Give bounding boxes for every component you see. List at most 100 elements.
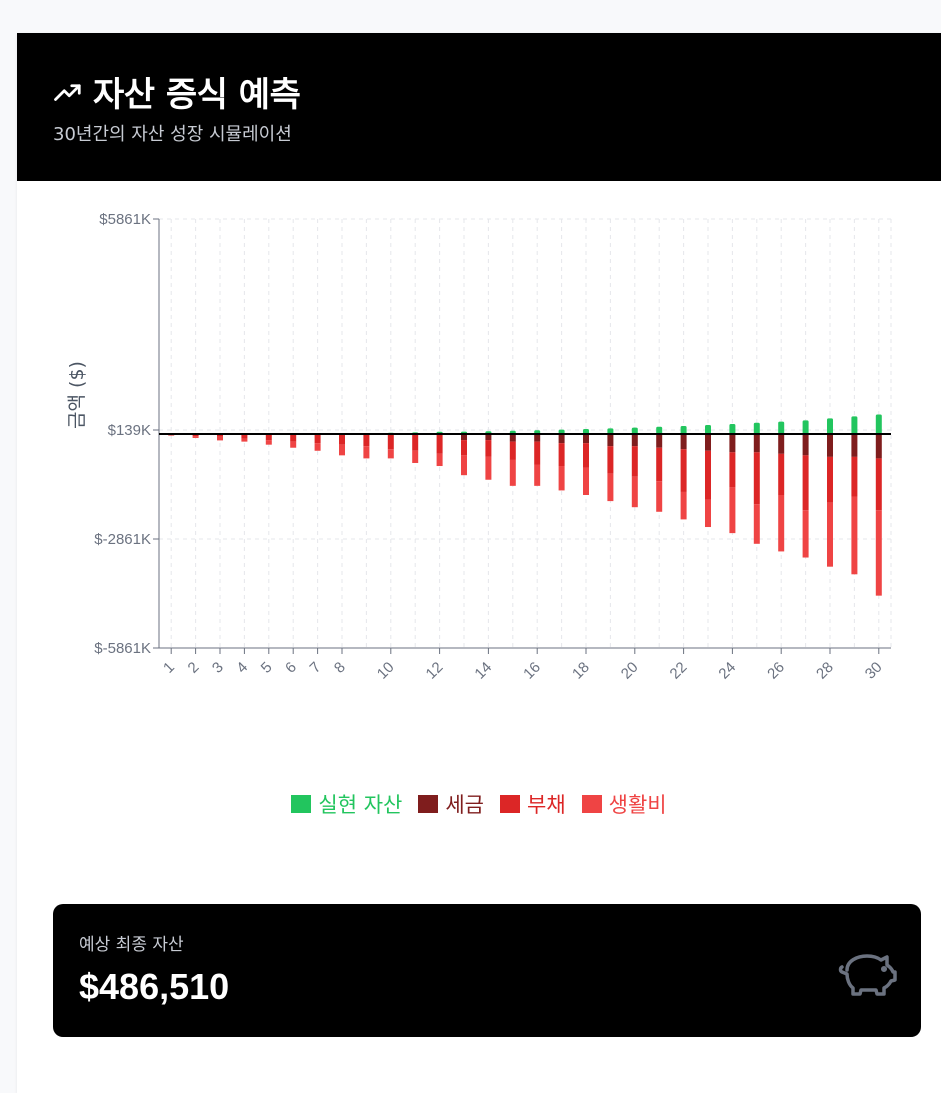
legend-label: 부채 [527,793,566,817]
bar-segment [534,441,541,465]
bar-segment [436,434,443,454]
bar-segment [680,434,687,450]
y-tick-label: $-2861K [94,531,151,548]
bar-segment [607,446,614,474]
bar-segment [436,453,443,467]
y-axis-label: 금액 ($) [66,361,88,429]
bar-segment [753,434,760,453]
piggy-bank-icon [838,954,897,996]
bar-segment [851,434,858,457]
bar-segment [607,473,614,502]
bar-segment [461,440,467,456]
bar-segment [753,422,760,434]
bar-segment [705,499,711,528]
legend-swatch [581,795,602,813]
bar-segment [680,491,687,520]
bar-segment [363,446,370,459]
bar-segment [680,426,687,434]
bar-segment [534,464,541,486]
bar-segment [827,456,833,503]
bar-segment [631,476,638,508]
x-tick-label: 6 [282,659,300,677]
bar-segment [583,443,589,468]
summary-label: 예상 최종 자산 [79,935,184,955]
x-tick-label: 22 [667,659,691,683]
bar-segment [851,456,858,497]
x-tick-label: 12 [423,659,447,683]
x-tick-label: 20 [618,659,642,683]
stacked-bar-chart: $5861K$139K$-2861K$-5861K금액 ($)1 2 3 4 5 6 7 8 1… [66,211,892,683]
bar-segment [314,434,321,444]
bar-segment [631,446,638,477]
x-tick-label: 16 [520,659,544,683]
x-tick-label: 7 [307,659,325,677]
bar-segment [290,441,297,448]
legend-item[interactable]: 생활비 [581,789,667,819]
bar-segment [339,434,345,445]
legend-label: 생활비 [608,793,667,817]
bar-segment [875,434,882,459]
bar-segment [656,426,663,434]
legend-item[interactable]: 세금 [418,789,484,819]
bar-segment [875,510,882,596]
bar-segment [265,440,272,445]
bar-segment [778,453,785,495]
bar-segment [729,434,736,453]
chart-card: 자산 증식 예측 30년간의 자산 성장 시뮬레이션 $5861K $139K $-… [17,33,941,1093]
bar-segment [387,434,394,450]
legend-swatch [291,795,312,813]
bar-segment [241,438,248,442]
chart-legend: 실현 자산 세금 부채 생활비 [17,789,941,819]
bar-segment [461,455,467,476]
bar-segment [778,434,785,454]
bar-segment [558,466,565,491]
y-tick-label: $-5861K [94,640,151,657]
bar-segment [753,504,760,544]
bar-segment [729,452,736,488]
bar-segment [485,456,492,480]
x-tick-label: 30 [862,659,886,683]
bar-segment [802,434,809,456]
legend-label: 세금 [445,793,484,817]
x-tick-label: 5 [258,659,276,677]
bar-segment [827,434,833,457]
legend-label: 실현 자산 [318,793,403,817]
bar-segment [851,496,858,575]
bar-segment [656,481,663,512]
bar-segment [680,449,687,492]
final-asset-summary: 예상 최종 자산 $486,510 [53,904,921,1037]
x-tick-label: 2 [185,659,203,677]
x-tick-label: 4 [233,659,251,677]
bar-segment [753,452,760,505]
x-tick-label: 18 [569,659,593,683]
x-tick-label: 8 [331,659,349,677]
x-tick-label: 26 [764,659,788,683]
bar-segment [583,467,589,495]
bar-segment [558,434,565,444]
x-tick-label: 1 [160,659,178,677]
bar-segment [729,424,736,434]
x-tick-label: 24 [715,659,739,683]
bar-segment [656,434,663,448]
bar-segment [705,450,711,500]
bar-segment [412,450,419,463]
bar-segment [363,434,370,447]
legend-swatch [500,795,520,813]
bar-segment [851,416,858,434]
bar-segment [656,447,663,482]
bar-segment [534,434,541,442]
bar-segment [509,459,516,486]
y-tick-label: $139K [108,422,151,439]
bar-segment [802,455,809,511]
legend-item[interactable]: 실현 자산 [291,789,402,819]
bar-segment [729,487,736,534]
bar-segment [705,425,711,434]
legend-item[interactable]: 부채 [500,789,566,819]
bar-segment [387,449,394,459]
x-tick-label: 28 [813,659,837,683]
bar-segment [192,436,199,438]
bar-segment [314,443,321,451]
summary-value: $486,510 [79,966,230,1007]
y-tick-label: $5861K [99,211,151,228]
bar-segment [339,444,345,456]
